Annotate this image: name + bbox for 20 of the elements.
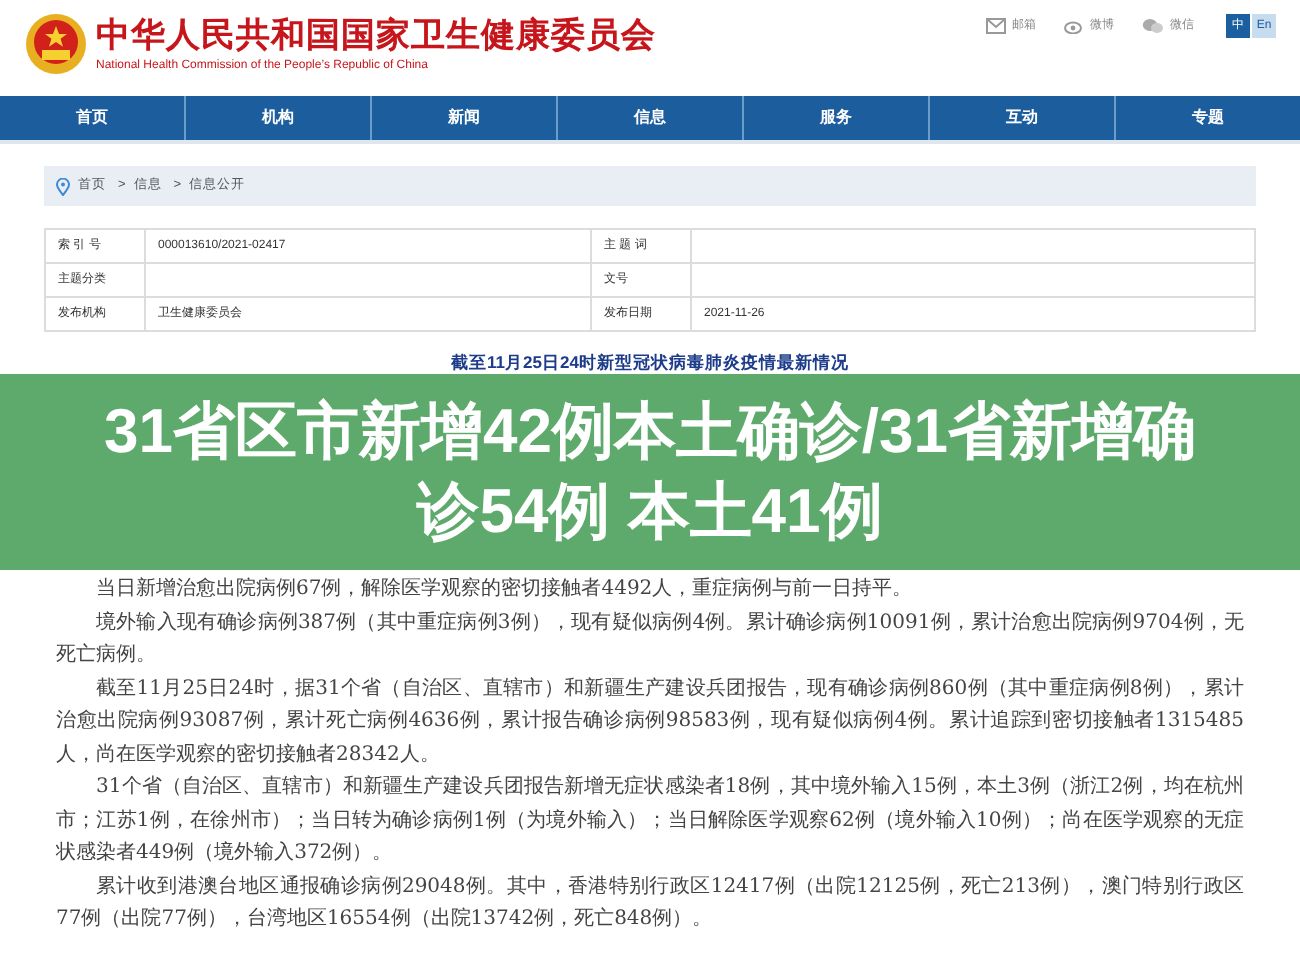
chat-bubbles-icon xyxy=(1142,18,1164,34)
mail-icon xyxy=(986,18,1006,34)
nav-item[interactable]: 机构 xyxy=(184,96,370,140)
article-paragraph: 截至11月25日24时，据31个省（自治区、直辖市）和新疆生产建设兵团报告，现有确诊病例860例（其中重症病例8例），累计治愈出院病例93087例，累计死亡病例4636例，累计报告确诊病例98583例，现有疑似病例4例。累计追踪到密切接触者1315485人，尚在医学观察的密切接触者28342人。 xyxy=(56,675,1244,769)
nav-item[interactable]: 服务 xyxy=(742,96,928,140)
article-paragraph: 31个省（自治区、直辖市）和新疆生产建设兵团报告新增无症状感染者18例，其中境外输入15例，本土3例（浙江2例，均在杭州市；江苏1例，在徐州市）；当日转为确诊病例1例（为境外输入）；当日解除医学观察62例（境外输入10例）；尚在医学观察的无症状感染者449例（境外输入372例）。 xyxy=(56,773,1244,868)
nav-item[interactable]: 专题 xyxy=(1114,96,1300,140)
emblem-icon xyxy=(24,12,88,76)
nav-item[interactable]: 信息 xyxy=(556,96,742,140)
eye-icon xyxy=(1064,18,1084,34)
location-pin-icon xyxy=(56,177,70,195)
nav-item[interactable]: 首页 xyxy=(0,96,184,140)
site-title: 中华人民共和国国家卫生健康委员会 xyxy=(96,13,656,57)
article-paragraph: 累计收到港澳台地区通报确诊病例29048例。其中，香港特别行政区12417例（出院12125例，死亡213例），澳门特别行政区77例（出院77例），台湾地区16554例（出院13742例，死亡848例）。 xyxy=(56,873,1244,934)
nav-item[interactable]: 新闻 xyxy=(370,96,556,140)
overlay-headline: 31省区市新增42例本土确诊/31省新增确诊54例 本土41例 xyxy=(101,394,1199,550)
article-paragraph: 当日新增治愈出院病例67例，解除医学观察的密切接触者4492人，重症病例与前一日持平。 xyxy=(94,575,915,604)
article-title: 截至11月25日24时新型冠状病毒肺炎疫情最新情况 xyxy=(449,352,851,372)
article-paragraph: 境外输入现有确诊病例387例（其中重症病例3例），现有疑似病例4例。累计确诊病例10091例，累计治愈出院病例9704例，无死亡病例。 xyxy=(56,609,1244,670)
nav-item[interactable]: 互动 xyxy=(928,96,1114,140)
